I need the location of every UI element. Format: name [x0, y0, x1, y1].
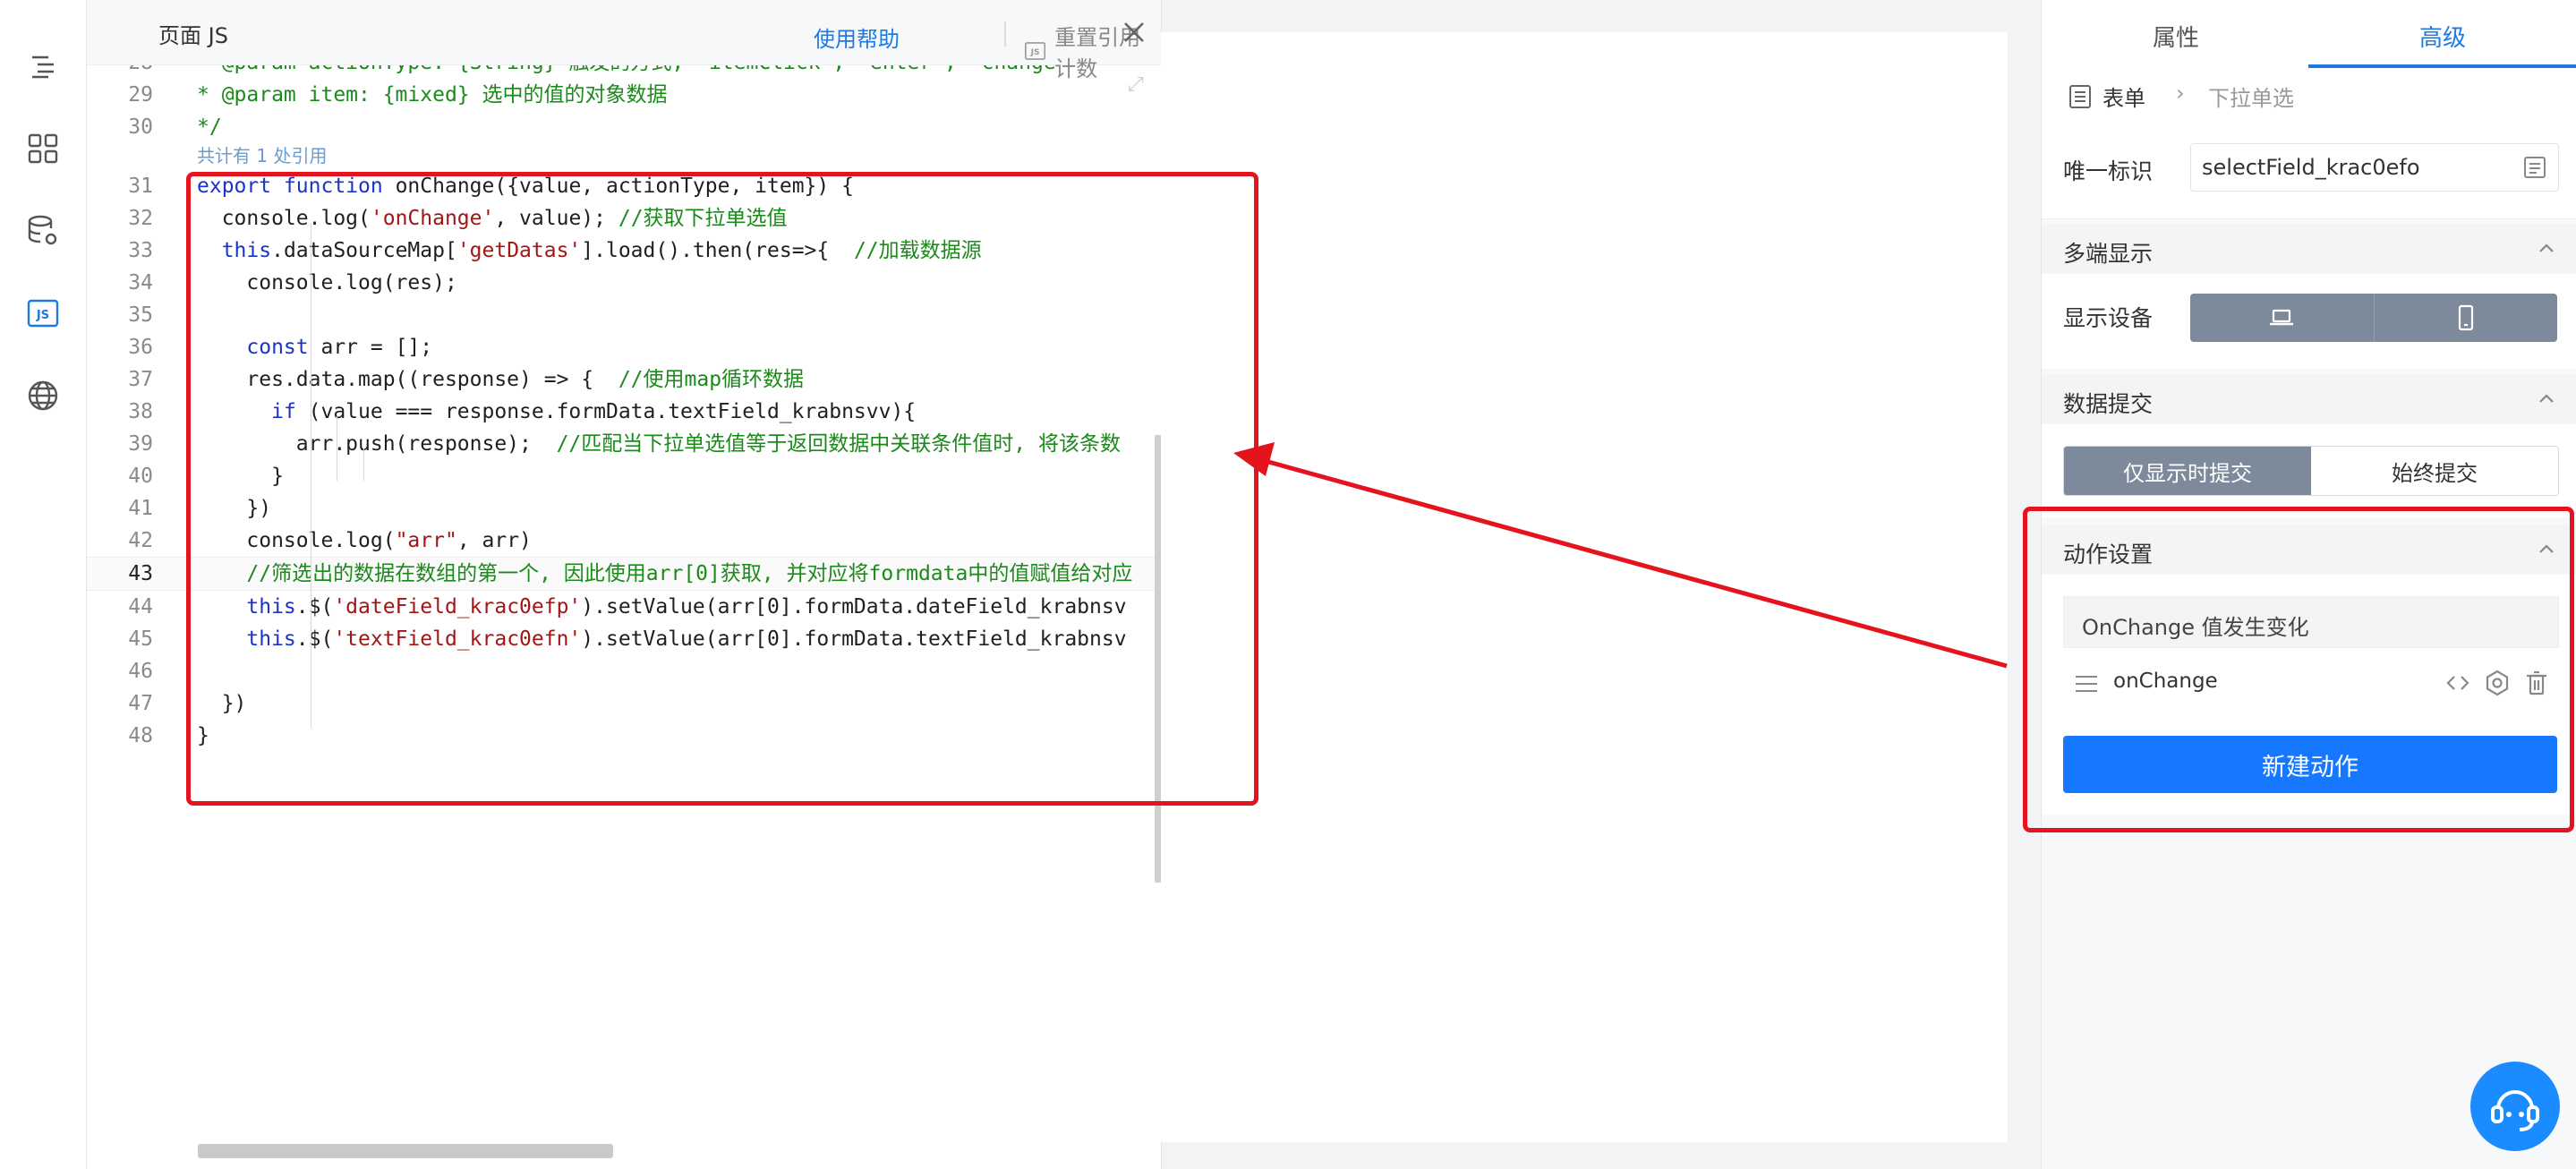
annotation-arrow — [1233, 442, 2008, 669]
